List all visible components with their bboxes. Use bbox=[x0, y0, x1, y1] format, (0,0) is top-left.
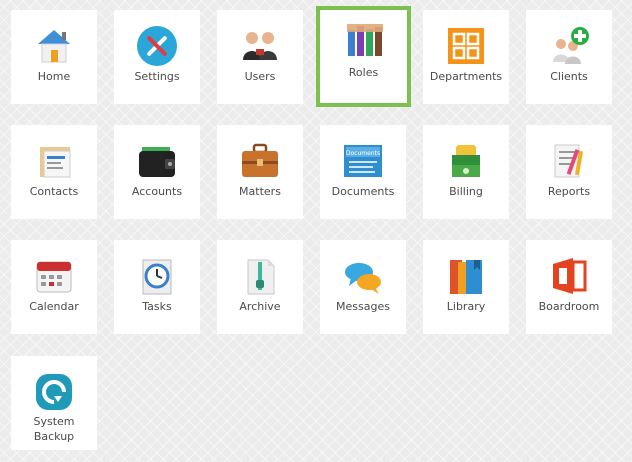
tile-label: Billing bbox=[449, 185, 483, 198]
tile-label: Contacts bbox=[29, 185, 79, 198]
reports-icon bbox=[547, 139, 591, 183]
tile-settings[interactable]: Settings bbox=[114, 10, 200, 104]
clients-icon bbox=[547, 24, 591, 68]
tile-label-line1: System bbox=[33, 415, 75, 428]
tile-label: Tasks bbox=[142, 300, 172, 313]
documents-icon: Documents bbox=[341, 139, 385, 183]
tile-reports[interactable]: Reports bbox=[526, 125, 612, 219]
library-icon bbox=[444, 254, 488, 298]
tile-documents[interactable]: Documents Documents bbox=[320, 125, 406, 219]
tile-accounts[interactable]: Accounts bbox=[114, 125, 200, 219]
tile-roles[interactable]: Roles bbox=[316, 6, 411, 107]
tile-boardroom[interactable]: Boardroom bbox=[526, 240, 612, 334]
matters-icon bbox=[238, 139, 282, 183]
tile-clients[interactable]: Clients bbox=[526, 10, 612, 104]
boardroom-icon bbox=[547, 254, 591, 298]
tile-messages[interactable]: Messages bbox=[320, 240, 406, 334]
archive-icon bbox=[238, 254, 282, 298]
calendar-icon bbox=[32, 254, 76, 298]
documents-icon-text: Documents bbox=[346, 150, 380, 157]
tile-library[interactable]: Library bbox=[423, 240, 509, 334]
billing-icon bbox=[444, 139, 488, 183]
tile-label: Roles bbox=[348, 66, 379, 79]
tile-users[interactable]: Users bbox=[217, 10, 303, 104]
tile-label: Calendar bbox=[29, 300, 79, 313]
tile-home[interactable]: Home bbox=[11, 10, 97, 104]
contacts-icon bbox=[32, 139, 76, 183]
departments-icon bbox=[444, 24, 488, 68]
tile-label: System Backup bbox=[11, 414, 97, 444]
tile-label: Departments bbox=[429, 70, 503, 83]
tile-label: Settings bbox=[134, 70, 180, 83]
tile-label: Matters bbox=[239, 185, 281, 198]
tile-label-line2: Backup bbox=[33, 430, 75, 443]
tile-billing[interactable]: Billing bbox=[423, 125, 509, 219]
tile-label: Users bbox=[244, 70, 276, 83]
tile-system-backup[interactable]: System Backup bbox=[11, 356, 97, 450]
users-icon bbox=[238, 24, 282, 68]
tile-label: Boardroom bbox=[538, 300, 600, 313]
tile-label: Documents bbox=[331, 185, 395, 198]
tile-label: Archive bbox=[239, 300, 281, 313]
tile-contacts[interactable]: Contacts bbox=[11, 125, 97, 219]
home-icon bbox=[32, 24, 76, 68]
tile-calendar[interactable]: Calendar bbox=[11, 240, 97, 334]
tile-label: Reports bbox=[547, 185, 591, 198]
accounts-icon bbox=[135, 139, 179, 183]
messages-icon bbox=[341, 254, 385, 298]
system-backup-icon bbox=[32, 370, 76, 414]
tile-label: Home bbox=[37, 70, 71, 83]
tile-label: Accounts bbox=[131, 185, 183, 198]
settings-icon bbox=[135, 24, 179, 68]
tile-label: Messages bbox=[336, 300, 390, 313]
tasks-icon bbox=[135, 254, 179, 298]
roles-icon bbox=[342, 20, 386, 64]
tile-label: Library bbox=[446, 300, 486, 313]
tile-matters[interactable]: Matters bbox=[217, 125, 303, 219]
tile-archive[interactable]: Archive bbox=[217, 240, 303, 334]
tile-departments[interactable]: Departments bbox=[423, 10, 509, 104]
tile-label: Clients bbox=[550, 70, 588, 83]
tile-tasks[interactable]: Tasks bbox=[114, 240, 200, 334]
